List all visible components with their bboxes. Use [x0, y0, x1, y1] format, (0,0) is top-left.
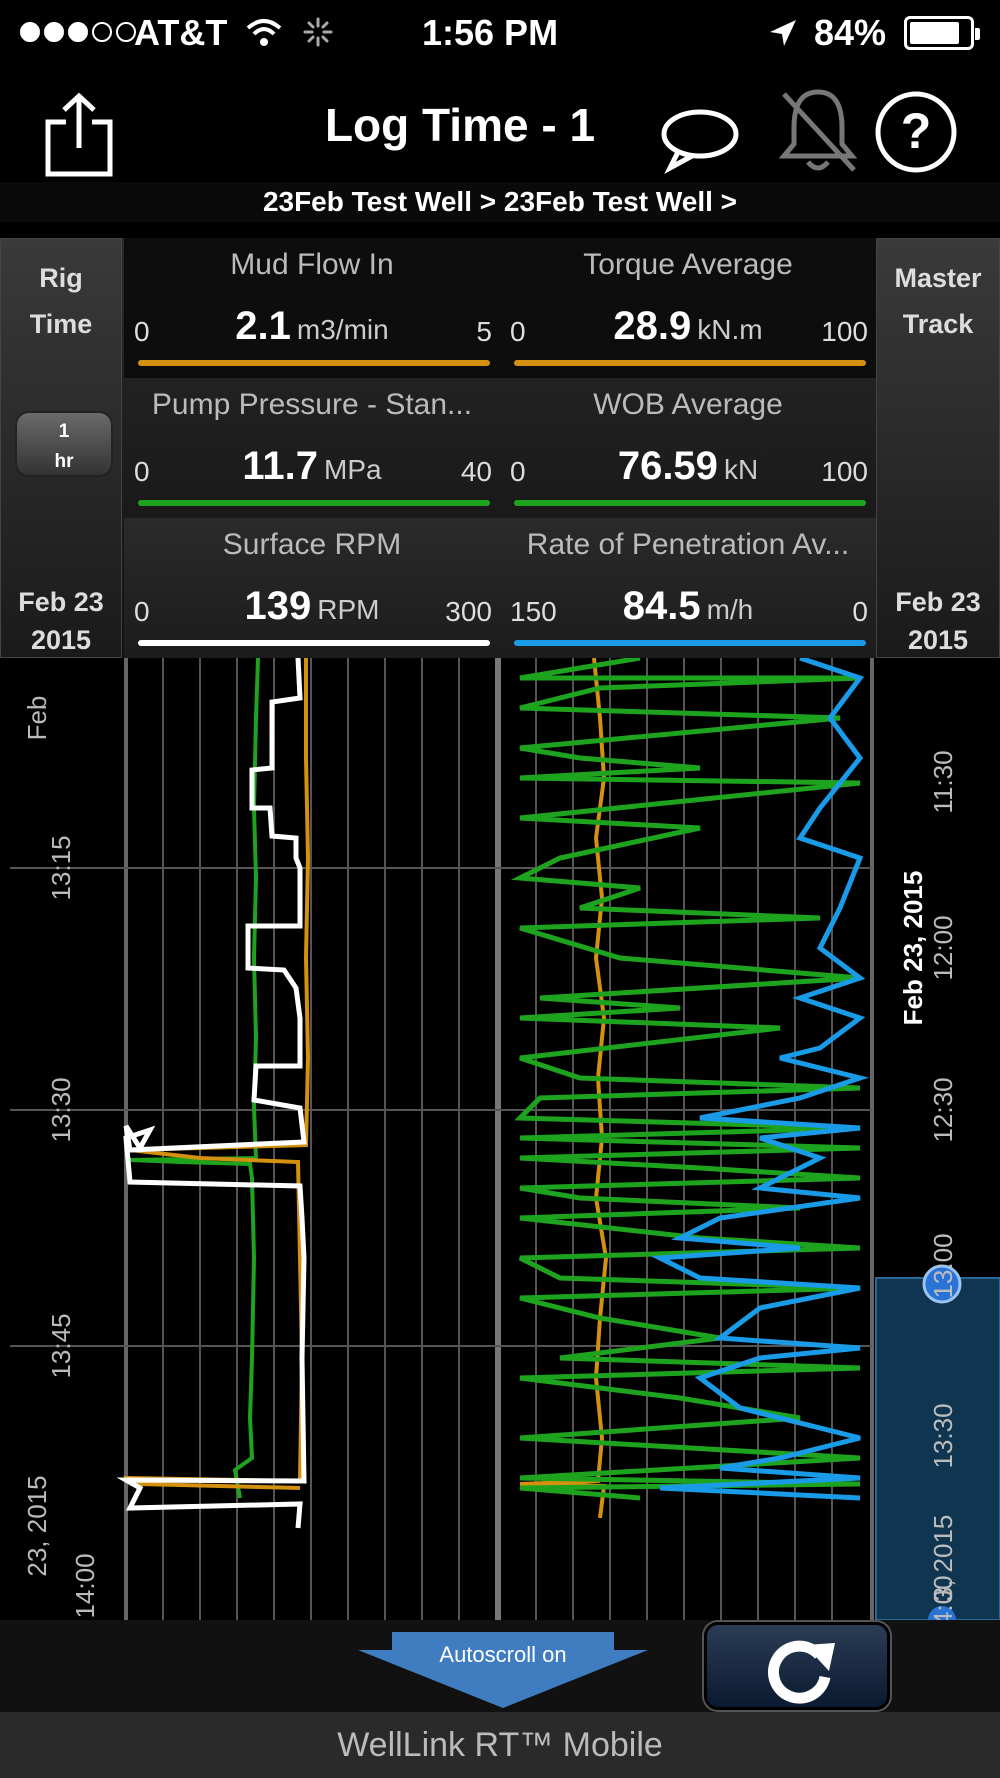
status-bar: AT&T 1:56 PM 84% — [0, 0, 1000, 64]
gauge-title: Torque Average — [583, 248, 793, 281]
gauge-color-bar — [138, 500, 490, 506]
master-track-label: Feb 23, 2015 — [898, 871, 928, 1026]
gauge-unit: kN.m — [697, 314, 763, 345]
gauge-value-number: 139 — [244, 584, 312, 628]
location-arrow-icon — [770, 20, 796, 46]
log-chart-svg — [0, 658, 1000, 1620]
autoscroll-toggle[interactable]: Autoscroll on — [358, 1628, 648, 1708]
master-track-column: Master Track Feb 23 2015 — [876, 238, 1000, 658]
gauge-title: Surface RPM — [222, 528, 402, 561]
master-date-year: 2015 — [907, 625, 969, 655]
gauge-max: 5 — [476, 316, 492, 347]
time-axis-label: 13:15 — [46, 835, 76, 900]
time-axis-label: 23, 2015 — [22, 1475, 52, 1576]
gauge-unit: MPa — [324, 454, 382, 485]
header: Log Time - 1 ? 23Feb Test Well > 23Feb T… — [0, 64, 1000, 222]
bottom-toolbar: Autoscroll on — [0, 1620, 1000, 1712]
gauge-value: 28.9 kN.m — [500, 304, 876, 349]
gauge-color-bar — [514, 640, 866, 646]
time-range-unit: hr — [54, 451, 74, 472]
gauge-value: 11.7 MPa — [124, 444, 500, 489]
master-track-label: 14:00 — [928, 1575, 958, 1620]
down-arrow-icon — [358, 1632, 648, 1708]
gauge-panel: Rig Time 1 hr Feb 23 2015 Mud Flow In 0 2.… — [0, 238, 1000, 658]
time-range-button[interactable]: 1 hr — [15, 411, 113, 477]
gauge-color-bar — [138, 360, 490, 366]
comment-icon[interactable] — [658, 106, 742, 174]
battery-icon — [904, 16, 980, 50]
breadcrumb[interactable]: 23Feb Test Well > 23Feb Test Well > — [0, 182, 1000, 222]
master-track-label: 12:30 — [928, 1077, 958, 1142]
gauge-color-bar — [138, 640, 490, 646]
log-chart[interactable]: Feb 13:15 13:30 13:45 23, 2015 14:00 11:… — [0, 658, 1000, 1620]
master-track-label: 11:30 — [928, 750, 958, 813]
gauge-unit: m/h — [706, 594, 754, 625]
wifi-icon — [246, 19, 282, 46]
time-label: Time — [29, 309, 93, 339]
gauge-cell[interactable]: Torque Average 0 28.9 kN.m 100 — [500, 238, 876, 378]
gauge-unit: kN — [723, 454, 759, 485]
gauge-cell[interactable]: Mud Flow In 0 2.1 m3/min 5 — [124, 238, 500, 378]
carrier-label: AT&T — [134, 12, 228, 53]
gauge-cell[interactable]: Surface RPM 0 139 RPM 300 — [124, 518, 500, 658]
gauge-cell[interactable]: Rate of Penetration Av... 150 84.5 m/h 0 — [500, 518, 876, 658]
svg-text:?: ? — [901, 103, 932, 159]
master-track-label: 13:00 — [928, 1233, 958, 1298]
gauge-title: WOB Average — [593, 388, 783, 421]
master-track-label: 12:00 — [928, 915, 958, 980]
gauge-max: 0 — [852, 596, 868, 627]
gauge-value-number: 84.5 — [622, 584, 701, 628]
gauge-color-bar — [514, 360, 866, 366]
gauge-title: Rate of Penetration Av... — [526, 528, 850, 561]
mud-flow-curve — [122, 658, 311, 1490]
gauge-value-number: 76.59 — [617, 444, 718, 488]
gauge-value-number: 2.1 — [235, 304, 291, 348]
time-axis-label: 13:45 — [46, 1313, 76, 1378]
activity-spinner-icon — [303, 17, 333, 47]
gauge-max: 100 — [821, 316, 868, 347]
track-label: Track — [902, 309, 974, 339]
gauge-max: 100 — [821, 456, 868, 487]
signal-strength-icon — [20, 22, 136, 42]
master-label: Master — [894, 263, 982, 293]
gauge-value-number: 11.7 — [242, 444, 319, 488]
time-axis: Feb 13:15 13:30 13:45 23, 2015 14:00 — [22, 696, 100, 1619]
autoscroll-label: Autoscroll on — [439, 1642, 567, 1667]
time-axis-label: 13:30 — [46, 1077, 76, 1142]
gauge-value: 2.1 m3/min — [124, 304, 500, 349]
gauge-color-bar — [514, 500, 866, 506]
gauge-value-number: 28.9 — [613, 304, 692, 348]
gauge-value: 139 RPM — [124, 584, 500, 629]
gauge-cell[interactable]: Pump Pressure - Stan... 0 11.7 MPa 40 — [124, 378, 500, 518]
wob-curve — [510, 658, 861, 1501]
rig-time-column: Rig Time 1 hr Feb 23 2015 — [0, 238, 122, 658]
alarm-muted-bell-icon[interactable] — [778, 84, 858, 176]
pump-pressure-curve — [129, 658, 260, 1499]
gauge-value: 84.5 m/h — [500, 584, 876, 629]
surface-rpm-curve — [116, 658, 307, 1529]
refresh-icon — [767, 1640, 835, 1704]
help-icon[interactable]: ? — [874, 90, 958, 174]
time-range-value: 1 — [58, 421, 70, 442]
gauge-max: 300 — [445, 596, 492, 627]
gauge-max: 40 — [460, 456, 492, 487]
master-track-label: 13:30 — [928, 1403, 958, 1468]
gauge-title: Pump Pressure - Stan... — [151, 388, 473, 421]
gauge-title: Mud Flow In — [230, 248, 394, 281]
rig-date-year: 2015 — [30, 625, 92, 655]
gauge-unit: RPM — [317, 594, 380, 625]
clock: 1:56 PM — [422, 12, 559, 53]
refresh-button[interactable] — [704, 1622, 890, 1710]
gauge-cell[interactable]: WOB Average 0 76.59 kN 100 — [500, 378, 876, 518]
master-track-axis: 11:30 Feb 23, 2015 12:00 12:30 13:00 13:… — [898, 750, 958, 1620]
gauge-value: 76.59 kN — [500, 444, 876, 489]
rig-label: Rig — [39, 263, 83, 293]
time-axis-label: 14:00 — [70, 1553, 100, 1618]
battery-percentage: 84% — [814, 12, 887, 53]
time-axis-label: Feb — [22, 696, 52, 741]
gauge-unit: m3/min — [296, 314, 389, 345]
app-footer: WellLink RT™ Mobile — [0, 1712, 1000, 1778]
